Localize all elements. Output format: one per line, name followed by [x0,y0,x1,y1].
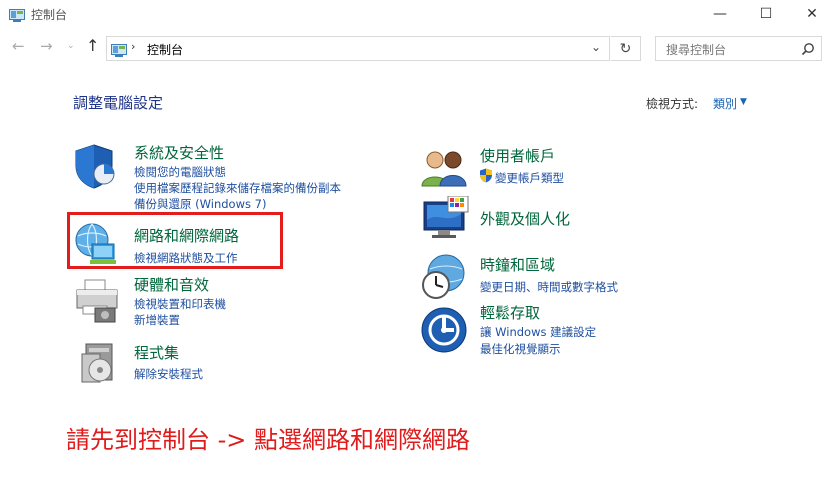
breadcrumb-control-panel[interactable]: 控制台 [147,41,183,58]
link-add-device[interactable]: 新增裝置 [134,312,180,328]
window-title: 控制台 [31,8,68,22]
link-backup-restore[interactable]: 備份與還原 (Windows 7) [134,196,266,212]
minimize-button[interactable]: — [697,0,743,28]
link-uninstall-program[interactable]: 解除安裝程式 [134,366,203,382]
category-programs[interactable]: 程式集 [134,342,179,363]
chevron-down-icon[interactable]: ▼ [740,97,747,107]
title-bar: 控制台 — ☐ ✕ [0,0,835,28]
view-by-dropdown[interactable]: 類別 [713,95,737,112]
shield-icon[interactable] [72,142,120,194]
highlight-box [67,212,283,269]
category-appearance-personalization[interactable]: 外觀及個人化 [480,208,570,229]
view-by-label: 檢視方式: [646,97,699,111]
up-button[interactable]: ↑ [86,36,99,55]
forward-button[interactable]: → [40,37,53,55]
category-clock-region[interactable]: 時鐘和區域 [480,254,555,275]
recent-locations-button[interactable]: ⌄ [67,41,75,51]
search-input[interactable]: 搜尋控制台 [655,36,822,61]
back-button[interactable]: ← [12,37,25,55]
ease-of-access-icon[interactable] [420,306,468,358]
uac-shield-icon [479,168,493,187]
link-review-computer-status[interactable]: 檢閱您的電腦狀態 [134,164,226,180]
category-system-security[interactable]: 系統及安全性 [134,142,224,163]
control-panel-icon [111,42,127,57]
link-devices-printers[interactable]: 檢視裝置和印表機 [134,296,226,312]
instruction-annotation: 請先到控制台 -> 點選網路和網際網路 [66,426,471,454]
search-placeholder: 搜尋控制台 [666,43,727,57]
link-optimize-visual-display[interactable]: 最佳化視覺顯示 [480,341,561,357]
control-panel-icon [9,7,25,22]
category-hardware-sound[interactable]: 硬體和音效 [134,274,209,295]
monitor-personalization-icon[interactable] [422,195,470,248]
link-change-account-type[interactable]: 變更帳戶類型 [495,170,564,186]
maximize-button[interactable]: ☐ [743,0,789,28]
user-accounts-icon[interactable] [420,148,468,192]
refresh-button[interactable]: ↻ [611,36,641,61]
navigation-bar: ← → ⌄ ↑ › 控制台 ⌄ ↻ 搜尋控制台 [0,33,835,63]
programs-icon[interactable] [78,340,122,390]
printer-icon[interactable] [73,276,121,328]
address-bar[interactable]: › 控制台 ⌄ [106,36,610,61]
link-change-date-time-format[interactable]: 變更日期、時間或數字格式 [480,279,618,295]
close-button[interactable]: ✕ [789,0,835,28]
clock-globe-icon[interactable] [420,253,468,305]
address-dropdown-button[interactable]: ⌄ [591,40,601,54]
breadcrumb-separator[interactable]: › [131,40,135,53]
category-ease-of-access[interactable]: 輕鬆存取 [480,302,540,323]
category-user-accounts[interactable]: 使用者帳戶 [480,145,555,166]
page-title: 調整電腦設定 [73,94,164,112]
search-icon[interactable] [801,41,815,60]
link-let-windows-suggest-settings[interactable]: 讓 Windows 建議設定 [480,324,596,340]
link-file-history-backup[interactable]: 使用檔案歷程記錄來儲存檔案的備份副本 [134,180,341,196]
